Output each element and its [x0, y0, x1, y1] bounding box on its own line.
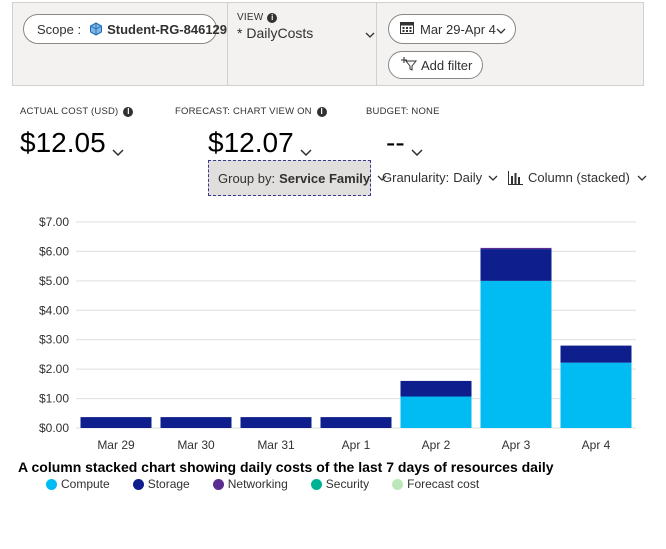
add-filter-button[interactable]: Add filter: [388, 51, 483, 79]
granularity-dropdown[interactable]: Granularity: Daily: [382, 170, 498, 185]
y-tick-label: $4.00: [39, 303, 69, 317]
granularity-label: Granularity:: [382, 170, 450, 185]
legend-label: Compute: [61, 477, 110, 491]
budget-value: --: [386, 127, 405, 158]
chevron-down-icon: [488, 175, 498, 181]
bar-segment-storage: [80, 417, 152, 428]
info-icon: i: [316, 106, 327, 117]
bar-segment-storage: [400, 380, 472, 397]
x-tick-label: Apr 2: [422, 438, 451, 452]
x-tick-label: Apr 1: [342, 438, 371, 452]
view-name: * DailyCosts: [237, 25, 314, 41]
legend-swatch: [392, 478, 404, 490]
bar-segment-compute: [560, 362, 632, 428]
resource-group-icon: [89, 22, 103, 36]
cost-column-chart: $0.00 $1.00 $2.00 $3.00 $4.00 $5.00 $6.00 $7.00…: [39, 215, 636, 452]
y-tick-label: $2.00: [39, 362, 69, 376]
chevron-down-icon: [365, 25, 375, 41]
y-tick-label: $1.00: [39, 392, 69, 406]
calendar-icon: [400, 21, 414, 37]
legend-swatch: [46, 478, 57, 490]
filter-bar: Scope : Student-RG-846129 VIEW i * Daily…: [12, 2, 644, 86]
legend-label: Forecast cost: [407, 477, 480, 491]
actual-cost-kpi[interactable]: ACTUAL COST (USD) i $12.05: [20, 106, 134, 163]
group-by-value: Service Family: [279, 170, 371, 186]
chart-caption: A column stacked chart showing daily cos…: [18, 459, 554, 475]
bar-segment-storage: [480, 249, 552, 281]
filter-add-icon: [401, 56, 418, 74]
legend-item[interactable]: Security: [310, 477, 370, 491]
scope-pill[interactable]: Scope : Student-RG-846129: [23, 14, 227, 44]
chart-legend: Compute Storage Networking Security Forecast…: [46, 477, 502, 491]
legend-item[interactable]: Compute: [46, 477, 110, 491]
y-tick-label: $0.00: [39, 421, 69, 435]
bar-segment-storage: [560, 345, 632, 363]
divider: [376, 3, 377, 85]
add-filter-label: Add filter: [421, 57, 473, 73]
budget-kpi[interactable]: BUDGET: NONE --: [366, 106, 440, 163]
divider: [227, 3, 228, 85]
group-by-dropdown[interactable]: Group by: Service Family: [208, 160, 387, 196]
x-tick-label: Mar 29: [97, 438, 135, 452]
legend-swatch: [132, 478, 144, 490]
bar-segment-compute: [400, 396, 472, 428]
chevron-down-icon: [496, 22, 506, 37]
chevron-down-icon: [300, 131, 312, 163]
view-caption: VIEW: [237, 12, 264, 23]
forecast-value: $12.07: [208, 127, 294, 158]
bar-segment-compute: [480, 280, 552, 428]
info-icon: i: [267, 12, 278, 23]
legend-item[interactable]: Forecast cost: [392, 477, 479, 491]
group-by-label: Group by:: [218, 170, 276, 186]
date-range-value: Mar 29-Apr 4: [420, 21, 496, 37]
legend-swatch: [212, 478, 224, 490]
date-range-picker[interactable]: Mar 29-Apr 4: [388, 14, 516, 44]
bar-segment-storage: [160, 417, 232, 428]
legend-label: Networking: [227, 477, 288, 491]
legend-label: Security: [325, 477, 370, 491]
scope-value: Student-RG-846129: [107, 21, 228, 37]
y-tick-label: $6.00: [39, 244, 69, 258]
column-chart-icon: [508, 170, 523, 185]
x-tick-label: Mar 30: [177, 438, 215, 452]
legend-label: Storage: [147, 477, 190, 491]
view-selector[interactable]: VIEW i * DailyCosts: [237, 12, 375, 41]
bar-segment-networking: [480, 247, 552, 250]
chevron-down-icon: [411, 131, 423, 163]
bar-segment-storage: [320, 417, 392, 428]
info-icon: i: [123, 106, 134, 117]
forecast-kpi[interactable]: FORECAST: CHART VIEW ON i $12.07: [175, 106, 327, 163]
chevron-down-icon: [112, 131, 124, 163]
actual-cost-caption: ACTUAL COST (USD): [20, 106, 119, 117]
legend-swatch: [310, 478, 322, 490]
y-tick-label: $7.00: [39, 215, 69, 229]
scope-label: Scope :: [37, 21, 82, 37]
y-tick-label: $3.00: [39, 333, 69, 347]
bar-segment-storage: [240, 417, 312, 428]
x-tick-label: Apr 4: [582, 438, 611, 452]
x-tick-label: Apr 3: [502, 438, 531, 452]
budget-caption: BUDGET: NONE: [366, 106, 440, 117]
forecast-caption: FORECAST: CHART VIEW ON: [175, 106, 312, 117]
actual-cost-value: $12.05: [20, 127, 106, 158]
chart-type-label: Column (stacked): [528, 170, 630, 185]
legend-item[interactable]: Storage: [132, 477, 190, 491]
chart-type-dropdown[interactable]: Column (stacked): [508, 170, 647, 185]
x-tick-label: Mar 31: [257, 438, 295, 452]
chevron-down-icon: [637, 175, 647, 181]
y-tick-label: $5.00: [39, 274, 69, 288]
granularity-value: Daily: [453, 170, 483, 185]
legend-item[interactable]: Networking: [212, 477, 288, 491]
